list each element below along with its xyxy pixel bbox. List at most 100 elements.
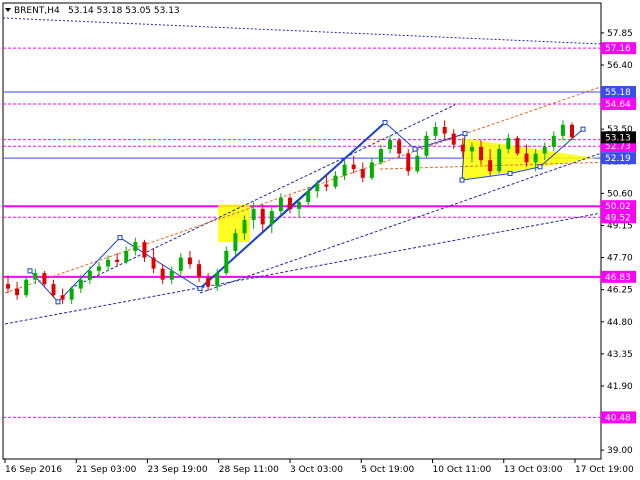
candle-body (542, 146, 547, 154)
candle-body (69, 288, 74, 300)
candle-body (215, 273, 220, 287)
candle-body (278, 197, 283, 212)
level-label-text: 50.02 (605, 202, 631, 212)
candle-body (260, 208, 265, 225)
time-tick-label: 23 Sep 19:00 (148, 465, 208, 475)
level-label-text: 49.52 (605, 213, 631, 223)
candle-body (551, 135, 556, 147)
time-tick-label: 13 Oct 03:00 (504, 465, 563, 475)
candle-body (351, 164, 356, 170)
candle-body (24, 279, 29, 296)
candle-body (297, 202, 302, 209)
wave-node (580, 126, 586, 132)
candle-body (315, 184, 320, 192)
price-tick-label: 43.35 (607, 350, 633, 360)
candle-body (87, 270, 92, 280)
wave-node (412, 146, 418, 152)
candle-body (442, 126, 447, 134)
level-label-text: 52.73 (605, 142, 631, 152)
price-tick-label: 39.00 (607, 446, 633, 456)
price-chart: 57.8556.4055.0053.5052.0550.6049.1547.70… (2, 2, 637, 475)
candle-body (342, 164, 347, 176)
candle-body (479, 146, 484, 161)
candle-body (306, 191, 311, 203)
candle-body (378, 149, 383, 163)
candle-body (233, 233, 238, 251)
candle-body (288, 197, 292, 209)
wave-node (462, 131, 468, 137)
wave-node (117, 235, 123, 241)
candle-body (187, 257, 192, 265)
wave-node (507, 170, 513, 176)
candle-body (115, 259, 120, 262)
wave-node (27, 268, 33, 274)
candle-body (224, 250, 229, 274)
level-label-text: 52.19 (605, 154, 631, 164)
candle-body (15, 288, 20, 296)
wave-node (537, 164, 543, 170)
price-tick-label: 56.40 (607, 61, 633, 71)
level-label-text: 40.48 (605, 413, 631, 423)
candle-body (406, 153, 411, 172)
candle-body (524, 153, 529, 163)
candle-body (515, 138, 520, 154)
candle-body (178, 257, 183, 271)
candle-body (133, 242, 138, 251)
candle-body (369, 162, 374, 178)
candle-body (460, 144, 465, 152)
candle-body (397, 140, 402, 154)
candle-body (51, 284, 56, 296)
price-tick-label: 57.85 (607, 29, 633, 39)
candle-body (124, 250, 129, 262)
candle-body (42, 273, 47, 285)
candle-body (96, 266, 101, 271)
time-tick-label: 3 Oct 03:00 (290, 465, 343, 475)
candle-body (497, 149, 502, 172)
time-tick-label: 28 Sep 11:00 (219, 465, 279, 475)
candle-body (206, 277, 211, 287)
candle-body (433, 126, 438, 136)
candle-body (33, 273, 38, 280)
candle-body (269, 211, 274, 225)
price-tick-label: 41.90 (607, 382, 633, 392)
wave-node (55, 299, 61, 305)
candle-body (469, 146, 474, 152)
ohlc-readout: 53.14 53.18 53.05 53.13 (68, 6, 180, 16)
plot-frame (2, 2, 602, 460)
wave-node (459, 177, 465, 183)
candle-body (60, 295, 65, 300)
candle-body (151, 257, 156, 269)
candle-body (324, 184, 329, 187)
time-tick-label: 17 Oct 19:00 (575, 465, 634, 475)
level-label-text: 55.18 (605, 88, 631, 98)
candle-body (570, 124, 574, 138)
time-axis: 16 Sep 2016 21 Sep 03:00 23 Sep 19:00 28 Se… (4, 459, 634, 475)
level-label-text: 57.16 (605, 44, 631, 54)
candle-body (106, 259, 111, 267)
wave-node (382, 120, 388, 126)
time-tick-label: 21 Sep 03:00 (76, 465, 136, 475)
level-label-text: 46.83 (605, 273, 631, 283)
price-tick-label: 46.25 (607, 286, 633, 296)
candle-body (424, 135, 429, 156)
candle-body (488, 160, 493, 172)
chart-title: BRENT,H4 53.14 53.18 53.05 53.13 (5, 6, 180, 16)
candle-body (415, 155, 420, 172)
candle-body (78, 279, 83, 289)
price-tick-label: 47.70 (607, 254, 633, 264)
candle-body (333, 175, 338, 187)
candle-body (533, 153, 538, 163)
candle-body (6, 284, 10, 289)
symbol-label: BRENT,H4 (14, 6, 60, 16)
price-tick-label: 44.80 (607, 318, 633, 328)
candle-body (560, 124, 565, 136)
wave-node (197, 286, 203, 292)
current-price-text: 53.13 (605, 133, 631, 143)
candle-body (160, 268, 165, 280)
time-tick-label: 10 Oct 11:00 (433, 465, 492, 475)
candle-body (251, 208, 256, 220)
candle-body (197, 264, 202, 278)
time-tick-label: 5 Oct 19:00 (361, 465, 414, 475)
level-label-text: 54.64 (605, 100, 631, 110)
candle-body (506, 138, 511, 150)
